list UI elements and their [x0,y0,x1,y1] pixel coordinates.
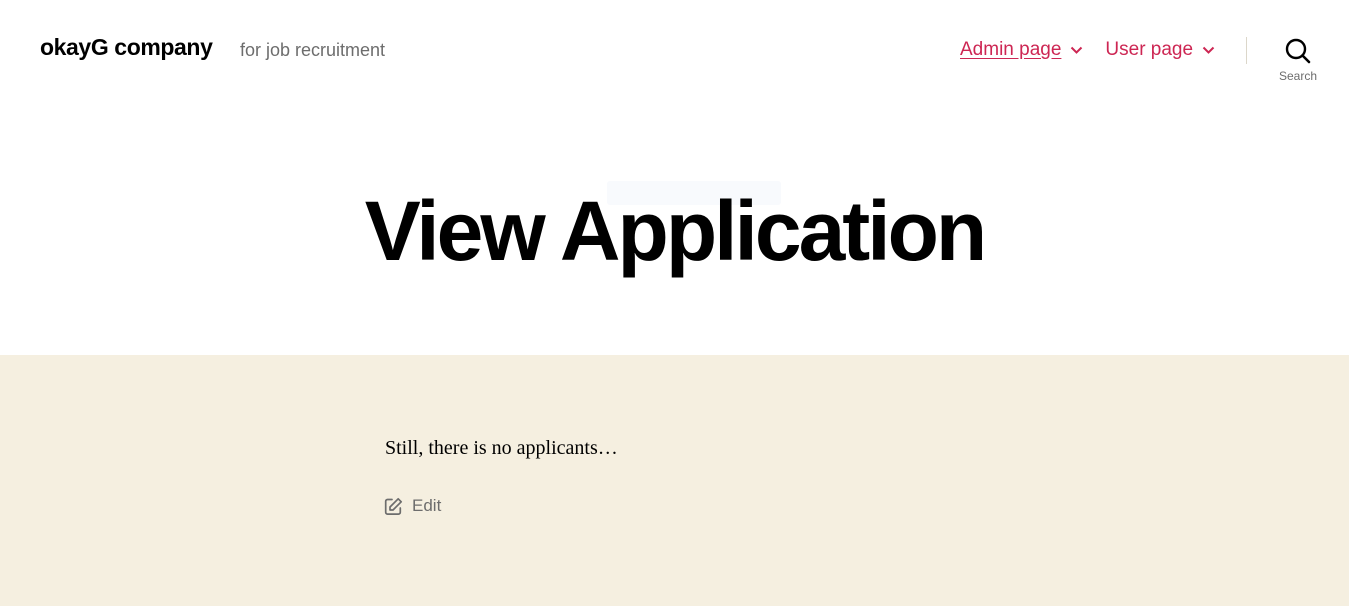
nav-item-user-page[interactable]: User page [1105,39,1215,61]
page-title: View Application [364,184,987,278]
site-title[interactable]: okayG company [40,34,213,61]
edit-icon[interactable] [384,497,403,516]
site-tagline: for job recruitment [240,40,386,60]
chevron-down-icon[interactable] [1070,46,1083,55]
nav-item-admin-page[interactable]: Admin page [960,39,1083,61]
edit-label[interactable]: Edit [412,496,441,516]
nav-item-label[interactable]: Admin page [960,39,1061,61]
site-header: okayG company for job recruitment Admin … [0,0,1349,106]
empty-state-message: Still, there is no applicants… [385,437,618,459]
edit-link[interactable]: Edit [384,496,441,516]
chevron-down-icon[interactable] [1202,46,1215,55]
nav-item-label[interactable]: User page [1105,39,1193,61]
post-content: Still, there is no applicants… Edit [0,355,1349,606]
header-divider [1246,37,1247,64]
search-toggle-button[interactable]: Search [1272,38,1324,83]
primary-menu: Admin page User page [960,39,1215,61]
search-icon[interactable] [1285,38,1311,64]
entry-header: View Application [0,106,1349,355]
search-label: Search [1278,69,1318,83]
